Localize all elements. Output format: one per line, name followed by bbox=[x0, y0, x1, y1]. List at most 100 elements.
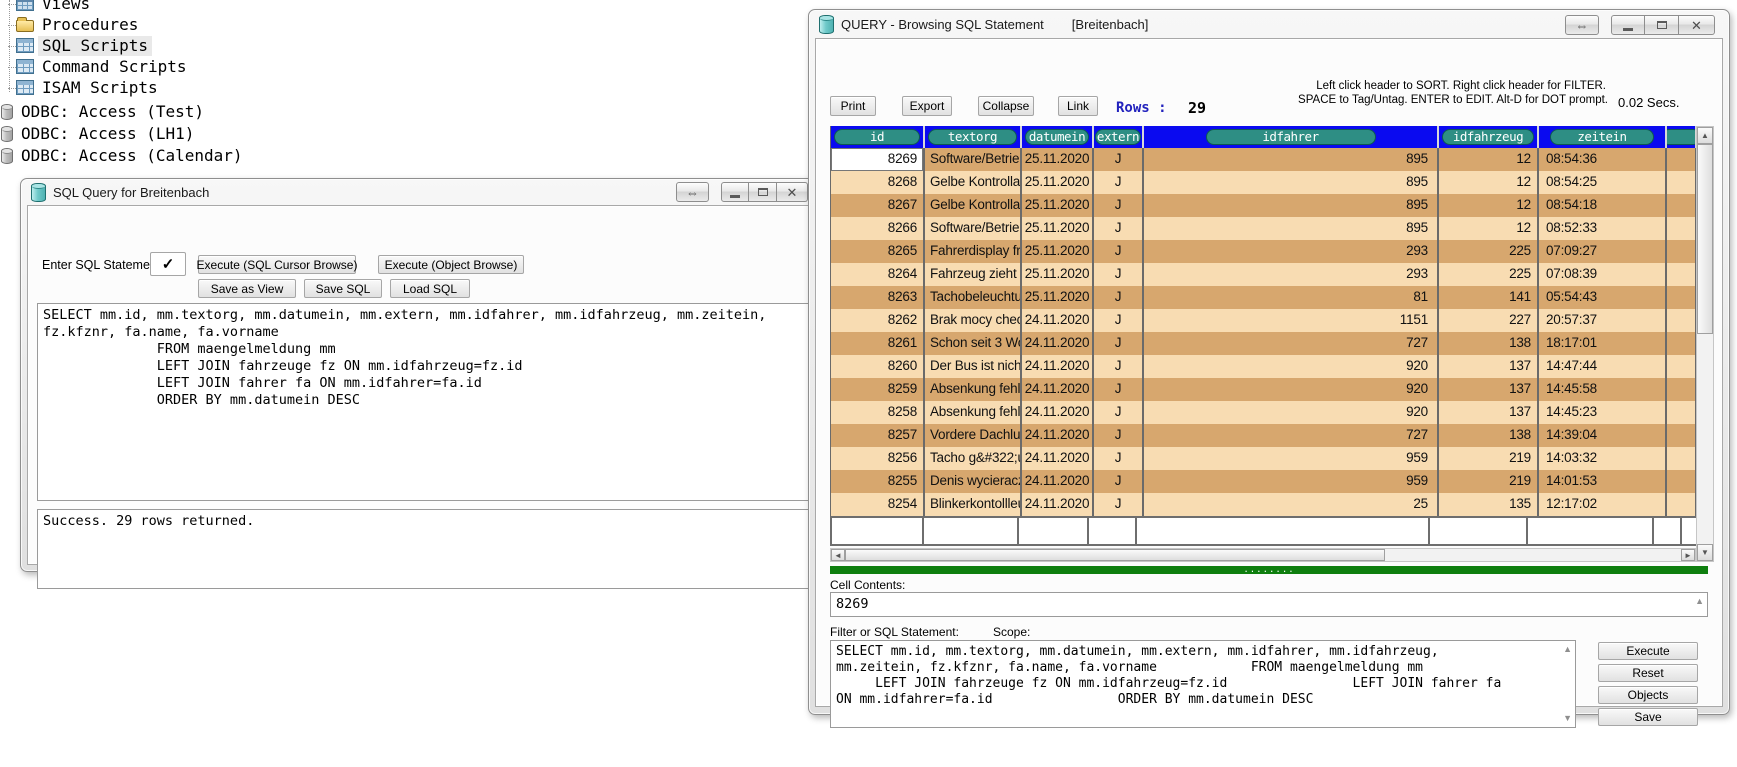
cell[interactable] bbox=[1667, 470, 1697, 493]
execute-cursor-button[interactable]: Execute (SQL Cursor Browse) bbox=[198, 255, 356, 274]
cell[interactable]: 07:09:27 bbox=[1539, 240, 1667, 263]
cell[interactable]: Der Bus ist nicht ... bbox=[925, 355, 1022, 378]
cell[interactable] bbox=[1667, 240, 1697, 263]
cell[interactable] bbox=[1667, 148, 1697, 171]
cell[interactable] bbox=[1667, 217, 1697, 240]
collapse-button[interactable]: Collapse bbox=[978, 96, 1034, 116]
cell[interactable] bbox=[1667, 309, 1697, 332]
scroll-down-icon[interactable]: ▼ bbox=[1697, 544, 1713, 561]
cell[interactable]: 895 bbox=[1144, 171, 1439, 194]
cell[interactable]: 25.11.2020 bbox=[1022, 286, 1094, 309]
save-sql-button[interactable]: Save SQL bbox=[304, 279, 382, 298]
scroll-right-icon[interactable]: ► bbox=[1681, 549, 1695, 561]
scroll-up-icon[interactable]: ▲ bbox=[1697, 127, 1713, 144]
cell[interactable]: 14:01:53 bbox=[1539, 470, 1667, 493]
cell[interactable] bbox=[1667, 493, 1697, 516]
cell[interactable]: Schon seit 3 Woc... bbox=[925, 332, 1022, 355]
cell[interactable]: 24.11.2020 bbox=[1022, 470, 1094, 493]
cell[interactable]: 05:54:43 bbox=[1539, 286, 1667, 309]
cell[interactable]: 12 bbox=[1439, 217, 1539, 240]
cell[interactable]: 8255 bbox=[831, 470, 925, 493]
cell[interactable]: 227 bbox=[1439, 309, 1539, 332]
cell[interactable]: J bbox=[1094, 470, 1144, 493]
cell[interactable]: 25 bbox=[1144, 493, 1439, 516]
tree-item[interactable]: SQL Scripts bbox=[16, 35, 152, 56]
cell[interactable]: Absenkung fehlerh... bbox=[925, 378, 1022, 401]
cell[interactable]: 137 bbox=[1439, 401, 1539, 424]
cell[interactable]: Gelbe Kontrollam... bbox=[925, 194, 1022, 217]
close-button[interactable]: ✕ bbox=[777, 182, 808, 202]
scrollbar-thumb[interactable] bbox=[845, 549, 1385, 561]
cell[interactable]: 24.11.2020 bbox=[1022, 355, 1094, 378]
cell[interactable]: J bbox=[1094, 240, 1144, 263]
cell[interactable]: 8256 bbox=[831, 447, 925, 470]
tree-item[interactable]: Command Scripts bbox=[16, 56, 191, 77]
export-button[interactable]: Export bbox=[902, 96, 952, 116]
cell[interactable]: 24.11.2020 bbox=[1022, 424, 1094, 447]
cell[interactable]: 293 bbox=[1144, 240, 1439, 263]
cell[interactable]: 1151 bbox=[1144, 309, 1439, 332]
cell[interactable] bbox=[1667, 332, 1697, 355]
cell[interactable]: J bbox=[1094, 217, 1144, 240]
cell[interactable]: Tacho g&#322;upi... bbox=[925, 447, 1022, 470]
cell[interactable]: 920 bbox=[1144, 401, 1439, 424]
cell[interactable]: 07:08:39 bbox=[1539, 263, 1667, 286]
scrollbar-thumb[interactable] bbox=[1697, 144, 1713, 334]
cell[interactable]: 8258 bbox=[831, 401, 925, 424]
cell[interactable]: J bbox=[1094, 355, 1144, 378]
cell[interactable]: J bbox=[1094, 401, 1144, 424]
cell[interactable]: Fahrzeug zieht teil... bbox=[925, 263, 1022, 286]
cell[interactable]: 14:39:04 bbox=[1539, 424, 1667, 447]
cell[interactable]: 138 bbox=[1439, 332, 1539, 355]
cell[interactable]: J bbox=[1094, 194, 1144, 217]
column-header-pill[interactable]: zeitein bbox=[1550, 129, 1654, 145]
cell[interactable]: Brak mocy check ... bbox=[925, 309, 1022, 332]
cell[interactable]: 25.11.2020 bbox=[1022, 148, 1094, 171]
cell[interactable]: J bbox=[1094, 493, 1144, 516]
cell[interactable]: 8263 bbox=[831, 286, 925, 309]
filter-sql-input[interactable]: SELECT mm.id, mm.textorg, mm.datumein, m… bbox=[830, 640, 1576, 728]
cell[interactable]: 225 bbox=[1439, 240, 1539, 263]
cell[interactable] bbox=[1667, 286, 1697, 309]
save-button[interactable]: Save bbox=[1598, 708, 1698, 726]
column-header-pill[interactable]: extern bbox=[1095, 129, 1141, 145]
column-header-pill[interactable]: datumein bbox=[1025, 129, 1089, 145]
column-header-textorg[interactable]: textorg bbox=[925, 126, 1022, 148]
column-header-extern[interactable]: extern bbox=[1094, 126, 1144, 148]
cell[interactable] bbox=[1667, 424, 1697, 447]
cell[interactable]: 12 bbox=[1439, 148, 1539, 171]
cell[interactable]: J bbox=[1094, 309, 1144, 332]
cell[interactable]: 24.11.2020 bbox=[1022, 447, 1094, 470]
cell[interactable]: 24.11.2020 bbox=[1022, 309, 1094, 332]
cell[interactable]: 8265 bbox=[831, 240, 925, 263]
cell[interactable]: 135 bbox=[1439, 493, 1539, 516]
cell[interactable] bbox=[1667, 401, 1697, 424]
cell[interactable]: J bbox=[1094, 332, 1144, 355]
cell[interactable]: J bbox=[1094, 378, 1144, 401]
column-header-pill[interactable]: textorg bbox=[928, 129, 1017, 145]
check-button[interactable]: ✓ bbox=[150, 252, 186, 276]
cell[interactable]: 25.11.2020 bbox=[1022, 194, 1094, 217]
scroll-down-icon[interactable]: ▼ bbox=[1563, 714, 1572, 723]
save-as-view-button[interactable]: Save as View bbox=[198, 279, 296, 298]
cell[interactable]: 225 bbox=[1439, 263, 1539, 286]
cell[interactable]: 81 bbox=[1144, 286, 1439, 309]
load-sql-button[interactable]: Load SQL bbox=[390, 279, 470, 298]
cell[interactable]: 959 bbox=[1144, 447, 1439, 470]
cell[interactable]: Software/Betriebs... bbox=[925, 217, 1022, 240]
cell[interactable]: 8261 bbox=[831, 332, 925, 355]
cell[interactable]: 08:54:25 bbox=[1539, 171, 1667, 194]
cell[interactable]: J bbox=[1094, 171, 1144, 194]
cell[interactable]: 920 bbox=[1144, 378, 1439, 401]
cell[interactable] bbox=[1667, 194, 1697, 217]
cell[interactable]: 8254 bbox=[831, 493, 925, 516]
cell[interactable]: 219 bbox=[1439, 447, 1539, 470]
cell[interactable]: 24.11.2020 bbox=[1022, 401, 1094, 424]
cell[interactable] bbox=[1667, 171, 1697, 194]
tree-item[interactable]: ODBC: Access (LH1) bbox=[1, 123, 198, 144]
column-header-pill[interactable] bbox=[1667, 129, 1697, 145]
cell[interactable]: 24.11.2020 bbox=[1022, 493, 1094, 516]
maximize-button[interactable] bbox=[1645, 15, 1679, 35]
link-button[interactable]: Link bbox=[1058, 96, 1098, 116]
cell[interactable]: 8266 bbox=[831, 217, 925, 240]
